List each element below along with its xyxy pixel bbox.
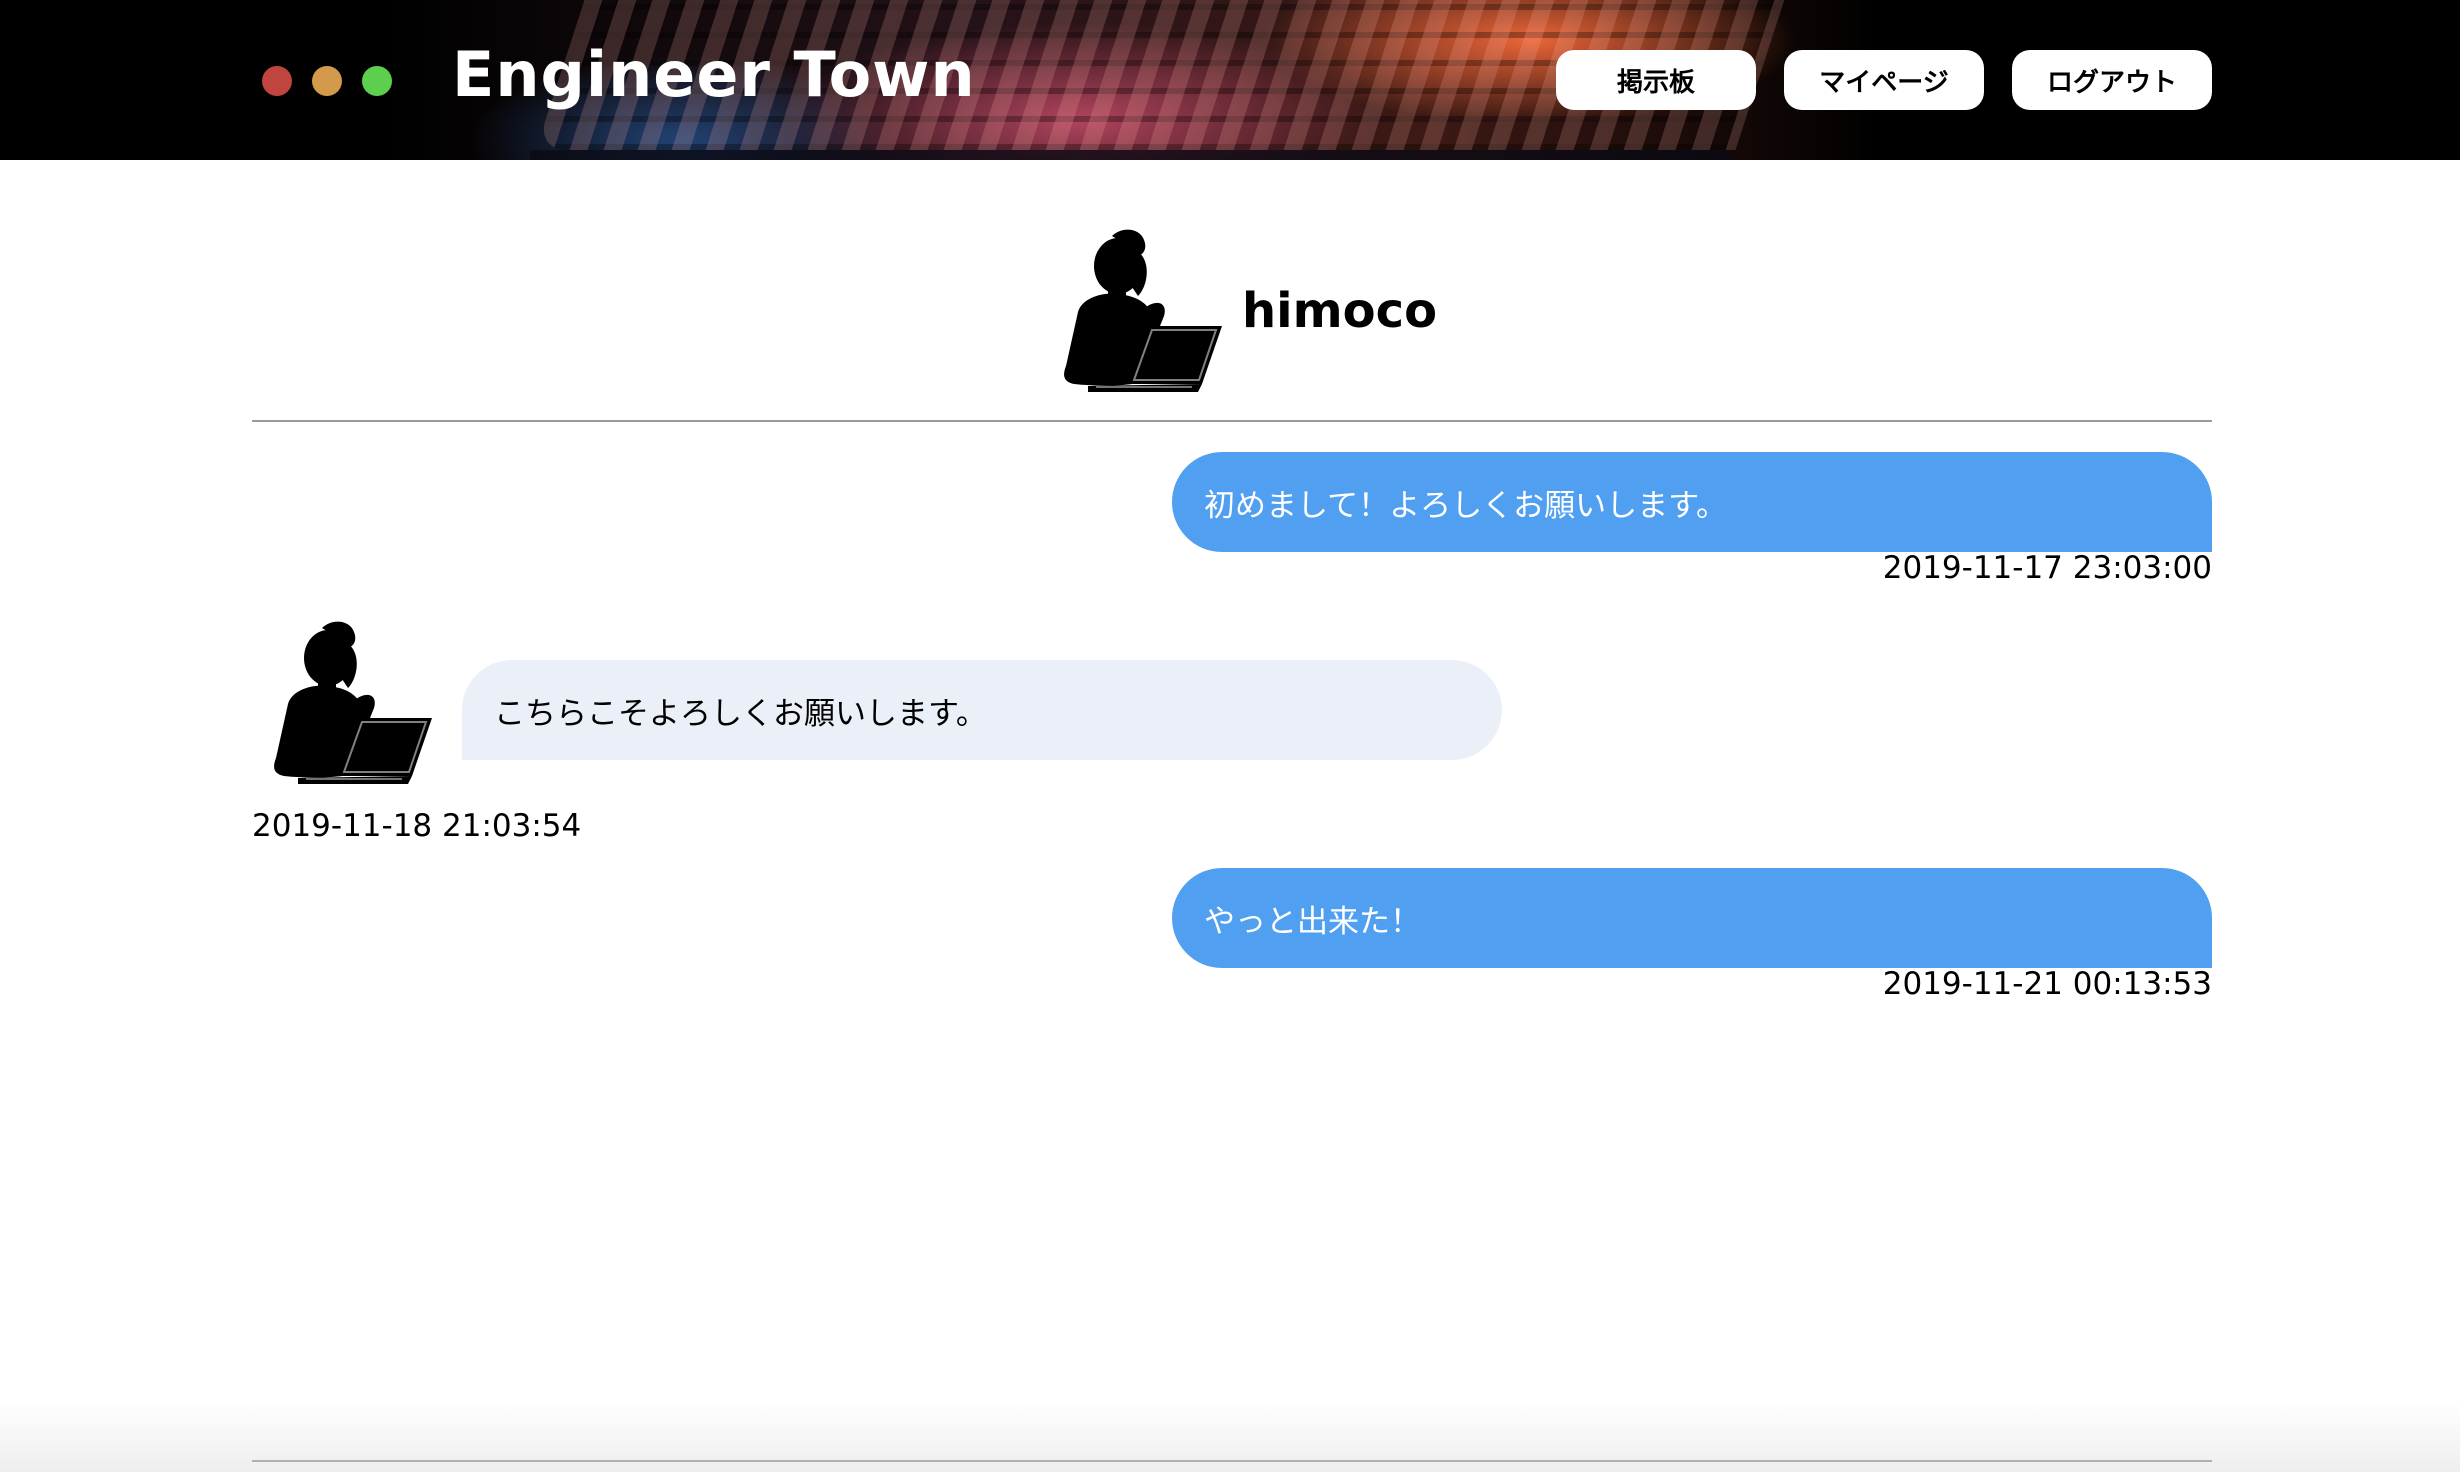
footer-divider	[252, 1460, 2212, 1462]
mypage-button[interactable]: マイページ	[1784, 50, 1984, 110]
window-maximize-dot	[362, 66, 392, 96]
sender-avatar	[262, 618, 442, 792]
message-timestamp: 2019-11-18 21:03:54	[252, 808, 582, 844]
window-minimize-dot	[312, 66, 342, 96]
site-logo[interactable]: Engineer Town	[452, 38, 976, 111]
laptop-edge-image	[530, 150, 1730, 160]
received-message-bubble: こちらこそよろしくお願いします。	[462, 660, 1502, 760]
message-timestamp: 2019-11-21 00:13:53	[1882, 966, 2212, 1002]
sent-message-bubble: 初めまして！よろしくお願いします。	[1172, 452, 2212, 552]
header-divider	[252, 420, 2212, 422]
window-close-dot	[262, 66, 292, 96]
message-timestamp: 2019-11-17 23:03:00	[1882, 550, 2212, 586]
woman-with-laptop-icon	[274, 621, 432, 784]
woman-with-laptop-icon[interactable]	[1052, 226, 1232, 396]
sent-message-bubble: やっと出来た！	[1172, 868, 2212, 968]
site-header: Engineer Town 掲示板 マイページ ログアウト	[0, 0, 2460, 160]
chat-partner-header: himoco	[1052, 226, 1437, 396]
chat-partner-name: himoco	[1242, 283, 1438, 339]
board-button[interactable]: 掲示板	[1556, 50, 1756, 110]
logout-button[interactable]: ログアウト	[2012, 50, 2212, 110]
